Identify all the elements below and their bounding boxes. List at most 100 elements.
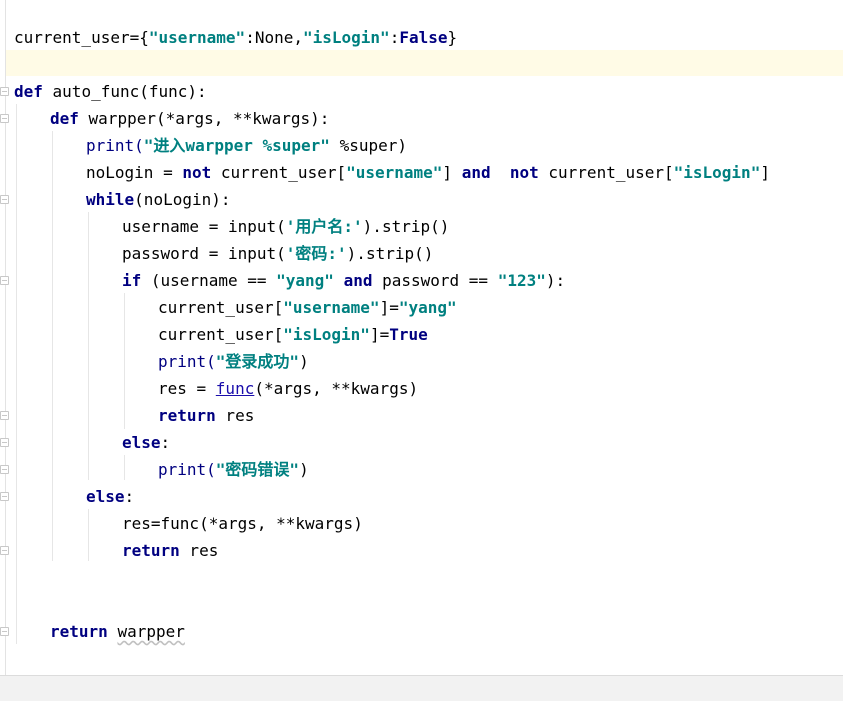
code-token: username = input( — [122, 217, 286, 236]
keyword-token: def — [14, 82, 43, 101]
code-token: print( — [158, 460, 216, 479]
code-token: ).strip() — [362, 217, 450, 236]
code-line-10[interactable]: if (username == "yang" and password == "… — [122, 267, 565, 294]
keyword-token: False — [399, 28, 448, 47]
code-token: current_user[ — [538, 163, 674, 182]
code-line-13[interactable]: print("登录成功") — [158, 348, 309, 375]
code-token: ]= — [379, 298, 399, 317]
code-token: %super) — [329, 136, 407, 155]
string-token: '用户名:' — [285, 217, 363, 236]
string-token: "username" — [148, 28, 246, 47]
keyword-token: not — [509, 163, 539, 182]
code-token: ]= — [369, 325, 390, 344]
code-line-8[interactable]: username = input('用户名:').strip() — [122, 213, 449, 240]
code-token: } — [447, 28, 458, 47]
code-token: res — [179, 541, 219, 560]
keyword-token: and — [343, 271, 373, 290]
keyword-token: and — [461, 163, 491, 182]
fold-toggle-icon[interactable] — [0, 411, 9, 420]
code-line-11[interactable]: current_user["username"]="yang" — [158, 294, 457, 321]
code-token: current_user={ — [14, 28, 149, 47]
fold-toggle-icon[interactable] — [0, 492, 9, 501]
fold-toggle-icon[interactable] — [0, 276, 9, 285]
indent-guide — [88, 509, 89, 561]
indent-guide — [88, 212, 89, 480]
indent-guide — [124, 455, 125, 480]
fold-toggle-icon[interactable] — [0, 465, 9, 474]
code-line-20[interactable]: return res — [122, 537, 218, 564]
code-token: ) — [299, 460, 309, 479]
code-token: current_user[ — [211, 163, 347, 182]
fold-toggle-icon[interactable] — [0, 195, 9, 204]
code-line-12[interactable]: current_user["isLogin"]=True — [158, 321, 428, 348]
code-token: ) — [299, 352, 309, 371]
string-token: "密码错误" — [215, 460, 300, 479]
code-token: current_user[ — [158, 298, 284, 317]
code-token: res = — [158, 379, 216, 398]
fold-toggle-icon[interactable] — [0, 87, 9, 96]
keyword-token: True — [389, 325, 428, 344]
code-token: noLogin = — [86, 163, 183, 182]
func-reference-link[interactable]: func — [216, 379, 255, 398]
code-token: current_user[ — [158, 325, 284, 344]
keyword-token: else — [86, 487, 125, 506]
string-token: '密码:' — [285, 244, 347, 263]
indent-guide — [124, 293, 125, 429]
code-token: (noLogin): — [134, 190, 231, 209]
code-line-6[interactable]: noLogin = not current_user["username"] a… — [86, 159, 770, 186]
keyword-token: while — [86, 190, 135, 209]
code-token: : — [124, 487, 135, 506]
keyword-token: if — [122, 271, 142, 290]
code-token: res — [215, 406, 255, 425]
code-token: ] — [760, 163, 770, 182]
code-token: ] — [442, 163, 462, 182]
keyword-token: return — [50, 622, 108, 641]
fold-toggle-icon[interactable] — [0, 438, 9, 447]
code-line-14[interactable]: res = func(*args, **kwargs) — [158, 375, 418, 402]
fold-toggle-icon[interactable] — [0, 546, 9, 555]
code-token: ): — [545, 271, 566, 290]
string-token: "isLogin" — [302, 28, 390, 47]
code-token: res=func(*args, **kwargs) — [122, 514, 363, 533]
code-token: (*args, **kwargs) — [254, 379, 419, 398]
fold-toggle-icon[interactable] — [0, 627, 9, 636]
code-token: password = input( — [122, 244, 286, 263]
code-token: (username == — [141, 271, 277, 290]
string-token: "yang" — [398, 298, 457, 317]
code-token: : — [389, 28, 400, 47]
code-token: warpper — [117, 622, 185, 641]
code-line-16[interactable]: else: — [122, 429, 170, 456]
code-line-5[interactable]: print("进入warpper %super" %super) — [86, 132, 407, 159]
code-line-23[interactable]: return warpper — [50, 618, 185, 645]
indent-guide — [52, 131, 53, 561]
code-editor[interactable]: current_user={"username":None,"isLogin":… — [0, 0, 843, 701]
code-line-15[interactable]: return res — [158, 402, 254, 429]
code-token: : — [160, 433, 171, 452]
string-token: "username" — [283, 298, 380, 317]
indent-guide — [16, 104, 17, 644]
string-token: "登录成功" — [215, 352, 300, 371]
code-token: print( — [86, 136, 144, 155]
keyword-token: return — [158, 406, 216, 425]
string-token: "进入warpper %super" — [143, 136, 330, 155]
current-line-highlight — [6, 50, 843, 76]
code-token: :None, — [245, 28, 303, 47]
code-line-19[interactable]: res=func(*args, **kwargs) — [122, 510, 363, 537]
string-token: "yang" — [276, 271, 334, 290]
code-token: ).strip() — [346, 244, 434, 263]
code-line-9[interactable]: password = input('密码:').strip() — [122, 240, 433, 267]
code-line-3[interactable]: def auto_func(func): — [14, 78, 207, 105]
code-token: print( — [158, 352, 216, 371]
code-line-4[interactable]: def warpper(*args, **kwargs): — [50, 105, 329, 132]
gutter-divider — [5, 0, 6, 675]
keyword-token: else — [122, 433, 161, 452]
code-line-17[interactable]: print("密码错误") — [158, 456, 309, 483]
keyword-token: not — [182, 163, 212, 182]
code-line-18[interactable]: else: — [86, 483, 134, 510]
code-token: password == — [372, 271, 498, 290]
keyword-token: return — [122, 541, 180, 560]
code-line-7[interactable]: while(noLogin): — [86, 186, 231, 213]
fold-toggle-icon[interactable] — [0, 114, 9, 123]
code-line-1[interactable]: current_user={"username":None,"isLogin":… — [14, 24, 457, 51]
